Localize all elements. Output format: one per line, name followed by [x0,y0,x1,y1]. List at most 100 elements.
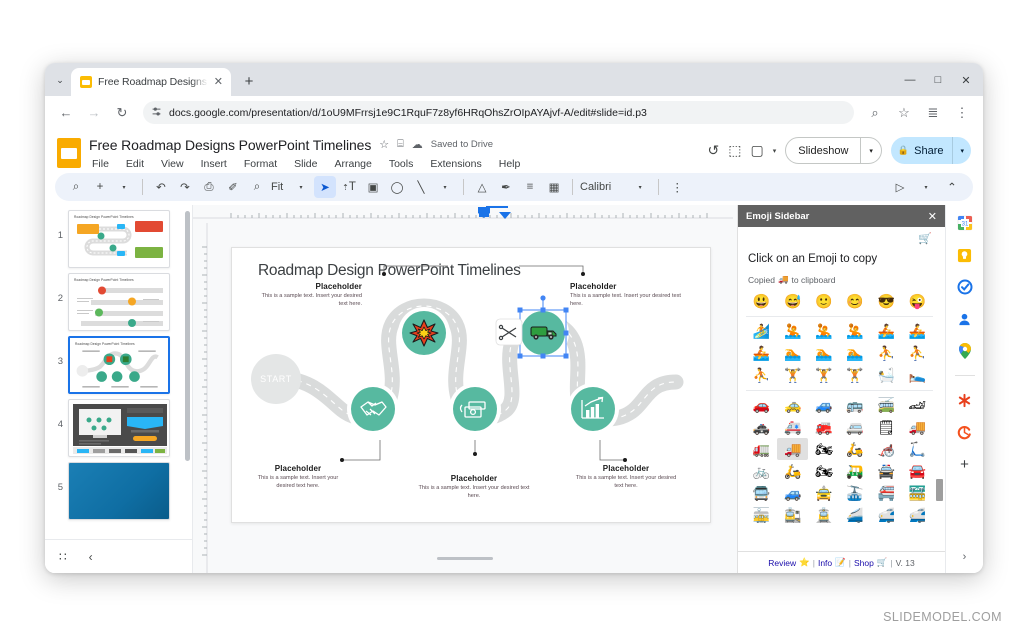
get-addons-icon[interactable]: + [956,455,974,473]
menu-arrange[interactable]: Arrange [331,157,374,171]
google-tasks-icon[interactable] [956,278,974,296]
vertical-ruler[interactable] [193,223,209,573]
menu-insert[interactable]: Insert [198,157,230,171]
menu-tools[interactable]: Tools [386,157,417,171]
filmstrip-slide-2[interactable]: 2 Roadmap Design PowerPoint Timelines [45,268,192,331]
menu-view[interactable]: View [158,157,187,171]
close-window-button[interactable]: ✕ [953,68,979,92]
browser-menu-icon[interactable]: ⋮ [949,100,975,126]
emoji-cell[interactable]: 🤽 [777,320,808,342]
collapse-filmstrip-icon[interactable]: ‹ [89,550,93,564]
emoji-cell[interactable]: 🚝 [871,482,902,504]
site-settings-icon[interactable] [151,106,162,119]
emoji-cell[interactable]: 🚋 [746,504,777,526]
slideshow-caret-icon[interactable]: ▾ [861,147,881,155]
select-tool-button[interactable]: ➤ [314,176,336,198]
emoji-cell[interactable]: 😅 [777,290,808,312]
emoji-cell[interactable]: 🚑 [777,416,808,438]
share-button[interactable]: 🔒 Share ▾ [890,137,971,164]
more-options-button[interactable]: ⋮ [666,176,688,198]
emoji-cell[interactable]: 🛵 [839,438,870,460]
emoji-cell[interactable]: 🚣 [871,320,902,342]
emoji-cell[interactable]: 🛌 [902,364,933,386]
emoji-cell[interactable]: 🚣 [746,342,777,364]
print-button[interactable]: ⎙ [198,176,220,198]
emoji-cell[interactable]: 😜 [902,290,933,312]
speaker-notes-resize-handle[interactable] [437,557,493,560]
browser-tab[interactable]: Free Roadmap Designs PowerP ✕ [71,68,231,96]
tab-search-chevron-icon[interactable]: ⌄ [49,67,71,93]
insert-image-button[interactable]: ▣ [362,176,384,198]
menu-file[interactable]: File [89,157,112,171]
emoji-cell[interactable]: 🚄 [839,504,870,526]
google-maps-icon[interactable] [956,342,974,360]
emoji-cell[interactable]: 🚲 [746,460,777,482]
google-keep-icon[interactable] [956,246,974,264]
emoji-cell[interactable]: 🚉 [777,504,808,526]
emoji-cell[interactable]: 😃 [746,290,777,312]
emoji-cell[interactable]: 🏄 [746,320,777,342]
google-calendar-icon[interactable]: 31 [956,214,974,232]
slide-thumbnail[interactable]: Roadmap Design PowerPoint Timelines [68,273,170,331]
menu-help[interactable]: Help [496,157,524,171]
emoji-cell[interactable]: 🚓 [746,416,777,438]
emoji-cell[interactable]: 😊 [839,290,870,312]
emoji-cell[interactable]: 🏎 [902,394,933,416]
meet-camera-icon[interactable]: ▢ [751,142,764,159]
slideshow-button[interactable]: Slideshow ▾ [785,137,882,164]
emoji-cell[interactable]: 🤽 [839,320,870,342]
emoji-cell[interactable]: 🚗 [746,394,777,416]
emoji-cell[interactable]: 🛀 [871,364,902,386]
emoji-cell[interactable]: 🏊 [808,342,839,364]
search-icon[interactable]: ⌕ [65,176,87,198]
emoji-cell[interactable]: 🤽 [808,320,839,342]
star-icon[interactable]: ☆ [379,138,389,151]
emoji-cell[interactable]: 🚙 [808,394,839,416]
placeholder-bottom-center[interactable]: Placeholder This is a sample text. Inser… [418,474,530,500]
transition-button[interactable]: ▷ [889,176,911,198]
emoji-cell[interactable]: 🚍 [746,482,777,504]
redo-button[interactable]: ↷ [174,176,196,198]
move-to-folder-icon[interactable]: ⌸ [397,138,404,151]
line-button[interactable]: ╲ [410,176,432,198]
emoji-cell[interactable]: 🚒 [808,416,839,438]
share-caret-icon[interactable]: ▾ [953,147,971,155]
menu-edit[interactable]: Edit [123,157,147,171]
close-tab-icon[interactable]: ✕ [214,76,223,88]
undo-button[interactable]: ↶ [150,176,172,198]
emoji-cell[interactable]: 🦽 [871,438,902,460]
emoji-cell[interactable]: 🚚 [902,416,933,438]
emoji-cell[interactable]: 🏋 [808,364,839,386]
reading-list-icon[interactable]: ≣ [920,100,946,126]
emoji-scrollbar-thumb[interactable] [936,479,943,501]
emoji-cell-selected[interactable]: 🚚 [777,438,809,460]
expand-side-panel-icon[interactable]: › [963,551,967,563]
emoji-cell[interactable]: 🚟 [902,482,933,504]
document-title[interactable]: Free Roadmap Designs PowerPoint Timeline… [89,137,371,153]
close-icon[interactable]: ✕ [928,210,937,223]
font-family-select[interactable]: Calibri ▾ [580,176,651,198]
emoji-cell[interactable]: 🚎 [871,394,902,416]
filmstrip-slide-5[interactable]: 5 [45,457,192,520]
filmstrip-scrollbar[interactable] [185,211,190,461]
minimize-button[interactable]: — [897,68,923,92]
reload-button[interactable]: ↻ [109,100,135,126]
emoji-cell[interactable]: 🚣 [902,320,933,342]
emoji-cell[interactable]: 🚔 [871,460,902,482]
bookmark-star-icon[interactable]: ☆ [891,100,917,126]
zoom-caret-icon[interactable]: ▾ [290,176,312,198]
emoji-cell[interactable]: 🚅 [871,504,902,526]
emoji-cell[interactable]: 🗒 [871,416,902,438]
new-tab-button[interactable]: + [237,69,261,93]
emoji-cell[interactable]: 🏍 [808,460,839,482]
table-border-button[interactable]: ▦ [543,176,565,198]
addon-circle-icon[interactable] [956,423,974,441]
info-link[interactable]: Info [818,558,832,568]
emoji-cell[interactable]: ⛹ [746,364,777,386]
emoji-cell[interactable]: 🛴 [902,438,933,460]
emoji-cell[interactable]: 🏋 [777,364,808,386]
emoji-cell[interactable]: 🏊 [839,342,870,364]
filmstrip-slide-4[interactable]: 4 [45,394,192,457]
emoji-cell[interactable]: 🚊 [808,504,839,526]
menu-slide[interactable]: Slide [291,157,320,171]
